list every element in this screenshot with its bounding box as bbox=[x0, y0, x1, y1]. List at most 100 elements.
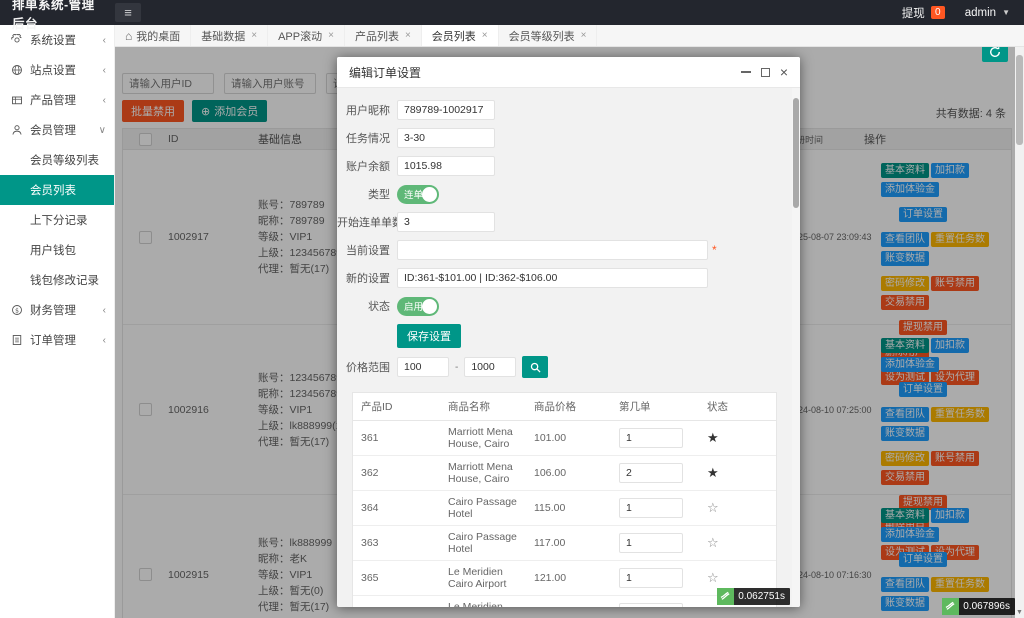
balance-label: 账户余额 bbox=[346, 161, 390, 173]
product-id: 365 bbox=[353, 561, 440, 596]
tab-label: APP滚动 bbox=[278, 30, 323, 43]
sidebar-item-4[interactable]: 会员管理 ∨ bbox=[0, 115, 114, 145]
star-outline-icon[interactable]: ☆ bbox=[707, 500, 719, 516]
withdraw-count-badge: 0 bbox=[930, 6, 945, 19]
admin-user-menu[interactable]: admin bbox=[965, 7, 996, 19]
close-icon[interactable]: × bbox=[780, 65, 788, 79]
page-load-time-badge: 0.067896s bbox=[942, 598, 1015, 615]
task-label: 任务情况 bbox=[346, 133, 390, 145]
hamburger-menu-icon[interactable]: ≡ bbox=[115, 3, 141, 22]
close-tab-icon[interactable]: × bbox=[405, 30, 411, 41]
current-setting-input[interactable] bbox=[397, 240, 708, 260]
start-count-input[interactable] bbox=[397, 212, 495, 232]
page-scrollbar[interactable]: ▼ bbox=[1015, 47, 1024, 618]
type-label: 类型 bbox=[368, 189, 390, 201]
star-outline-icon[interactable]: ☆ bbox=[707, 570, 719, 586]
sidebar-subitem[interactable]: 用户钱包 bbox=[0, 235, 114, 265]
nickname-input[interactable] bbox=[397, 100, 495, 120]
task-input[interactable] bbox=[397, 128, 495, 148]
product-price: 129.00 bbox=[526, 596, 611, 607]
order-number-input[interactable] bbox=[619, 428, 683, 448]
order-number-input[interactable] bbox=[619, 533, 683, 553]
product-price: 101.00 bbox=[526, 421, 611, 456]
tab-label: 会员等级列表 bbox=[508, 30, 575, 43]
product-col-header: 商品价格 bbox=[526, 393, 611, 421]
sidebar-item-label: 产品管理 bbox=[30, 95, 76, 107]
price-min-input[interactable] bbox=[397, 357, 449, 377]
star-filled-icon[interactable]: ★ bbox=[707, 465, 719, 481]
tab-APP滚动[interactable]: APP滚动 × bbox=[268, 25, 345, 46]
product-name: Le Meridien Cairo Airport bbox=[440, 561, 526, 596]
product-id: 361 bbox=[353, 421, 440, 456]
star-filled-icon[interactable]: ★ bbox=[707, 430, 719, 446]
product-col-header: 状态 bbox=[699, 393, 776, 421]
chevron-down-icon: ∨ bbox=[98, 124, 106, 136]
close-tab-icon[interactable]: × bbox=[581, 30, 587, 41]
search-icon bbox=[530, 362, 541, 373]
order-number-input[interactable] bbox=[619, 498, 683, 518]
close-tab-icon[interactable]: × bbox=[482, 30, 488, 41]
scrollbar-down-arrow[interactable]: ▼ bbox=[1015, 609, 1024, 616]
order-number-input[interactable] bbox=[619, 568, 683, 588]
close-tab-icon[interactable]: × bbox=[251, 30, 257, 41]
price-search-button[interactable] bbox=[522, 356, 549, 378]
tab-产品列表[interactable]: 产品列表 × bbox=[345, 25, 422, 46]
product-price: 117.00 bbox=[526, 526, 611, 561]
tab-label: 我的桌面 bbox=[136, 30, 181, 43]
sidebar-subitem[interactable]: 会员等级列表 bbox=[0, 145, 114, 175]
start-count-label: 开始连单单数 bbox=[337, 217, 403, 229]
product-row-364: 364Cairo Passage Hotel115.00 ☆ bbox=[353, 491, 776, 526]
sidebar-subitem[interactable]: 上下分记录 bbox=[0, 205, 114, 235]
app-title: 排单系统-管理后台 bbox=[12, 0, 95, 31]
maximize-icon[interactable] bbox=[760, 67, 770, 77]
modal-title-bar: 编辑订单设置 × bbox=[337, 57, 800, 88]
type-toggle[interactable]: 连单 bbox=[397, 184, 439, 204]
save-settings-button[interactable]: 保存设置 bbox=[397, 324, 461, 348]
speed-icon bbox=[717, 588, 735, 605]
minimize-icon[interactable] bbox=[740, 71, 751, 73]
modal-body: 用户昵称任务情况账户余额类型连单开始连单单数当前设置*新的设置状态启用保存设置价… bbox=[337, 88, 792, 607]
edit-order-settings-modal: 编辑订单设置 × 用户昵称任务情况账户余额类型连单开始连单单数当前设置 * 新的设置… bbox=[337, 57, 800, 607]
order-number-input[interactable] bbox=[619, 463, 683, 483]
home-icon: ⌂ bbox=[125, 28, 133, 43]
product-row-361: 361Marriott Mena House, Cairo101.00 ★ bbox=[353, 421, 776, 456]
user-icon bbox=[10, 123, 24, 137]
modal-scrollbar-thumb[interactable] bbox=[793, 98, 799, 208]
product-id: 364 bbox=[353, 491, 440, 526]
tab-我的桌面[interactable]: ⌂ 我的桌面 bbox=[115, 25, 192, 46]
withdraw-link[interactable]: 提现 bbox=[902, 5, 925, 21]
scrollbar-thumb[interactable] bbox=[1016, 55, 1023, 145]
sidebar-item-5[interactable]: $ 财务管理 ‹ bbox=[0, 295, 114, 325]
product-id: 366 bbox=[353, 596, 440, 607]
new-setting-input[interactable] bbox=[397, 268, 708, 288]
product-price: 121.00 bbox=[526, 561, 611, 596]
price-max-input[interactable] bbox=[464, 357, 517, 377]
product-id: 363 bbox=[353, 526, 440, 561]
sidebar-subitem[interactable]: 钱包修改记录 bbox=[0, 265, 114, 295]
tab-会员列表[interactable]: 会员列表 × bbox=[421, 25, 499, 46]
product-name: Cairo Passage Hotel bbox=[440, 491, 526, 526]
chevron-left-icon: ‹ bbox=[102, 334, 106, 346]
star-outline-icon[interactable]: ☆ bbox=[707, 605, 719, 607]
balance-input[interactable] bbox=[397, 156, 495, 176]
sidebar-item-6[interactable]: 订单管理 ‹ bbox=[0, 325, 114, 355]
star-outline-icon[interactable]: ☆ bbox=[707, 535, 719, 551]
chevron-left-icon: ‹ bbox=[102, 304, 106, 316]
required-asterisk: * bbox=[712, 243, 717, 257]
product-price: 106.00 bbox=[526, 456, 611, 491]
sidebar-item-2[interactable]: 站点设置 ‹ bbox=[0, 55, 114, 85]
product-col-header: 商品名称 bbox=[440, 393, 526, 421]
status-label: 状态 bbox=[368, 301, 390, 313]
close-tab-icon[interactable]: × bbox=[328, 30, 334, 41]
modal-scrollbar[interactable] bbox=[792, 88, 800, 607]
product-price: 115.00 bbox=[526, 491, 611, 526]
order-number-input[interactable] bbox=[619, 603, 683, 607]
product-table: 产品ID 商品名称 商品价格 第几单 状态 361 Marriott Mena House,… bbox=[352, 392, 777, 607]
current-setting-label: 当前设置 bbox=[346, 245, 390, 257]
tab-会员等级列表[interactable]: 会员等级列表 × bbox=[499, 25, 598, 46]
modal-title: 编辑订单设置 bbox=[349, 65, 422, 80]
tab-基础数据[interactable]: 基础数据 × bbox=[191, 25, 269, 46]
status-toggle[interactable]: 启用 bbox=[397, 296, 439, 316]
sidebar-item-3[interactable]: 产品管理 ‹ bbox=[0, 85, 114, 115]
sidebar-subitem[interactable]: 会员列表 bbox=[0, 175, 114, 205]
